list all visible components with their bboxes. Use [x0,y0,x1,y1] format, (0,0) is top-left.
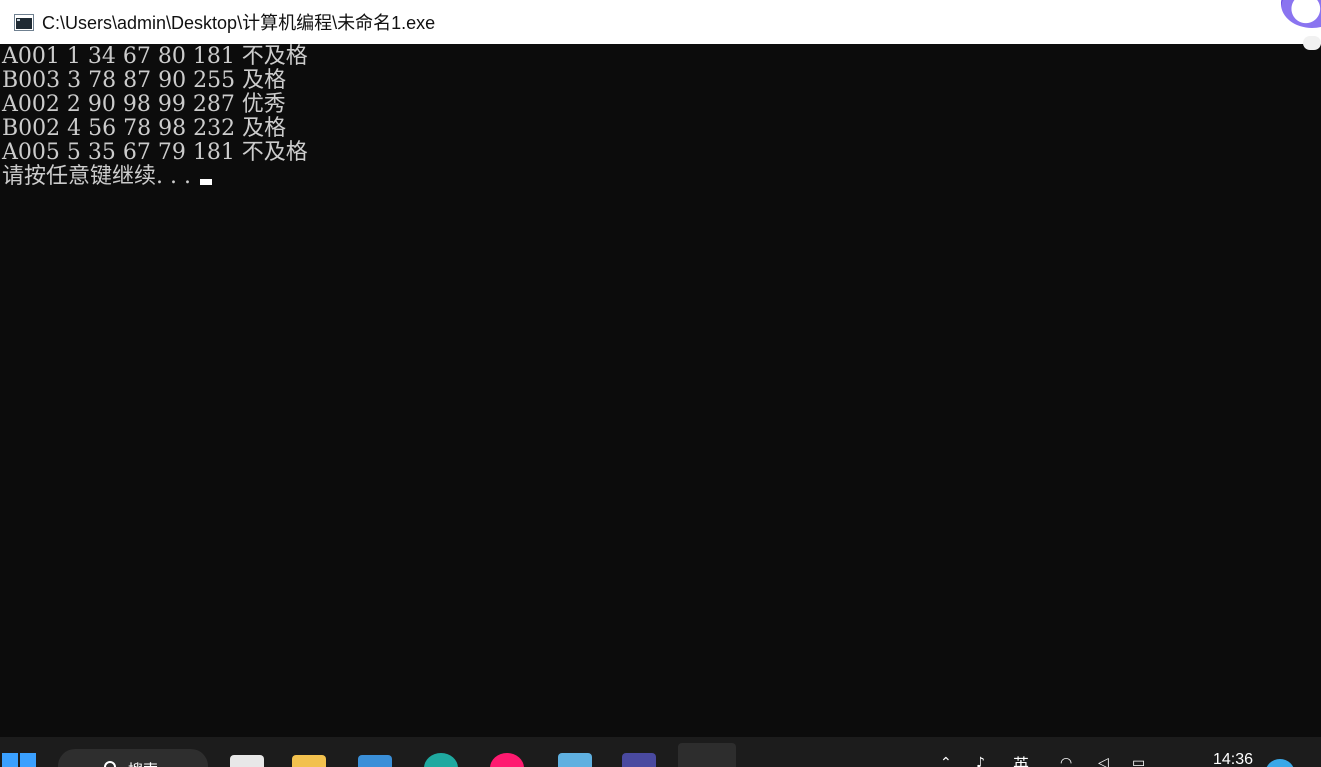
taskbar: 搜索 ⌃ ♪ 英 ◠ ◁ ▭ 14:36 [0,737,1321,767]
console-line: B003 3 78 87 90 255 及格 [2,68,287,93]
window-title: C:\Users\admin\Desktop\计算机编程\未命名1.exe [42,13,436,33]
app-icon-pink[interactable] [490,753,524,767]
console-output[interactable]: A001 1 34 67 80 181 不及格 B003 3 78 87 90 … [2,45,1302,189]
console-line: A005 5 35 67 79 181 不及格 [2,140,308,165]
tray-chevron-icon[interactable]: ⌃ [940,755,952,767]
overlay-handle [1303,36,1321,50]
notification-icon[interactable] [1265,759,1295,767]
wifi-icon[interactable]: ◠ [1060,755,1072,767]
file-explorer-icon[interactable] [292,755,326,767]
console-line: A001 1 34 67 80 181 不及格 [2,44,308,69]
windows-logo-icon[interactable] [2,753,36,767]
console-prompt: 请按任意键继续. . . [2,164,198,189]
ime-indicator[interactable]: 英 [1013,751,1029,767]
volume-icon[interactable]: ◁ [1098,755,1109,767]
battery-icon[interactable]: ▭ [1132,755,1145,767]
dev-cpp-icon[interactable] [622,753,656,767]
console-window: C:\Users\admin\Desktop\计算机编程\未命名1.exe A0… [0,0,1321,737]
store-icon[interactable] [358,755,392,767]
edge-browser-icon[interactable] [424,753,458,767]
console-taskbar-icon[interactable] [678,743,736,767]
taskbar-search-label: 搜索 [128,759,158,767]
app-icon-notes[interactable] [558,753,592,767]
text-cursor [199,179,212,185]
assistant-avatar-icon[interactable] [1281,0,1321,28]
search-icon [104,761,116,767]
console-prompt-line: 请按任意键继续. . . [2,165,1302,189]
console-line: B002 4 56 78 98 232 及格 [2,116,287,141]
taskbar-clock[interactable]: 14:36 [1213,751,1253,767]
title-bar[interactable]: C:\Users\admin\Desktop\计算机编程\未命名1.exe [0,0,1321,44]
console-line: A002 2 90 98 99 287 优秀 [2,92,286,117]
tray-app-icon[interactable]: ♪ [976,755,985,767]
console-window-icon [14,13,34,31]
app-icon-notepad[interactable] [230,755,264,767]
